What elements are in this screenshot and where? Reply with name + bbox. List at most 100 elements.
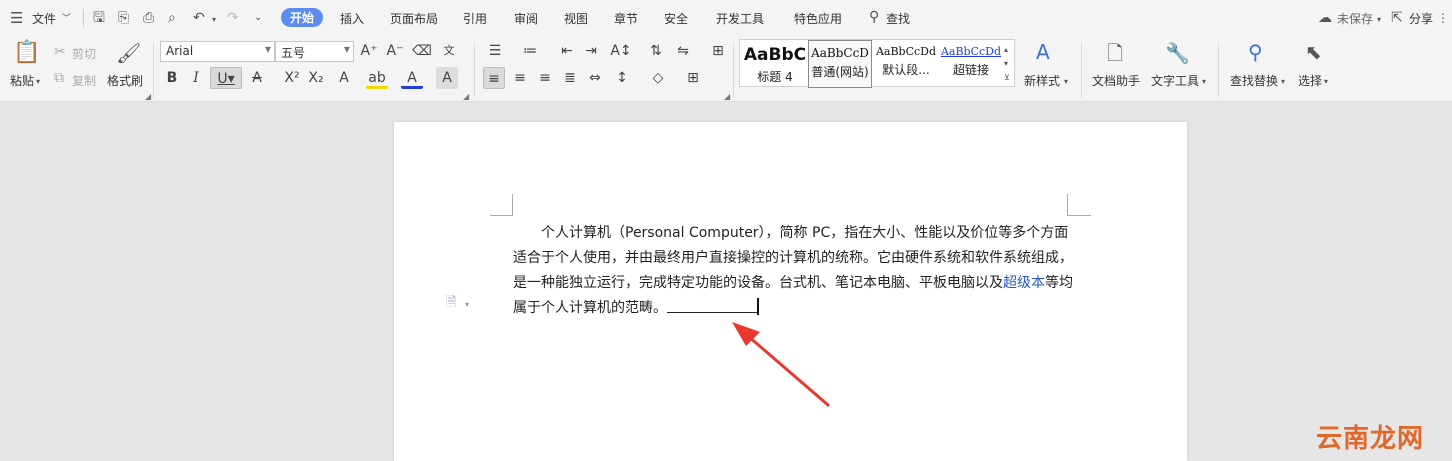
- italic-icon[interactable]: I: [185, 67, 207, 89]
- grow-font-icon[interactable]: A⁺: [358, 40, 380, 62]
- increase-indent-icon[interactable]: ⇥: [580, 40, 602, 62]
- doc-assistant-button[interactable]: 文档助手: [1092, 72, 1140, 89]
- tab-review[interactable]: 审阅: [514, 10, 538, 27]
- tab-view[interactable]: 视图: [564, 10, 588, 27]
- search-command[interactable]: 查找: [886, 10, 910, 27]
- chevron-down-icon[interactable]: ﹀: [62, 11, 71, 27]
- bold-icon[interactable]: B: [161, 67, 183, 89]
- export-pdf-icon[interactable]: ⎘: [118, 10, 129, 26]
- line-spacing-icon[interactable]: ↕: [611, 67, 633, 89]
- select-dropdown-icon[interactable]: ▾: [1324, 74, 1328, 90]
- file-menu[interactable]: 文件: [32, 10, 56, 27]
- crop-mark-right: [1067, 194, 1091, 216]
- print-icon[interactable]: ⎙: [143, 10, 154, 26]
- sync-status[interactable]: 未保存: [1337, 10, 1373, 27]
- underline-icon[interactable]: U▾: [210, 67, 242, 89]
- tab-developer[interactable]: 开发工具: [716, 10, 764, 27]
- gallery-more-icon[interactable]: ⊻: [1004, 70, 1010, 86]
- align-left-icon[interactable]: ≡: [483, 67, 505, 89]
- font-name-value: Arial: [166, 44, 194, 58]
- style-heading-4[interactable]: AaBbC 标题 4: [742, 40, 808, 88]
- wrench-icon[interactable]: 🔧: [1165, 42, 1190, 64]
- divider: [153, 42, 154, 98]
- distributed-icon[interactable]: ⇔: [584, 67, 606, 89]
- bullet-list-icon[interactable]: ☰: [484, 40, 506, 62]
- text-tools-button[interactable]: 文字工具: [1151, 72, 1199, 89]
- select-cursor-icon[interactable]: ⬉: [1305, 41, 1322, 63]
- char-shading-icon[interactable]: A: [436, 67, 458, 89]
- shading-icon[interactable]: ◇: [647, 67, 669, 89]
- cloud-sync-icon[interactable]: ☁: [1318, 10, 1332, 26]
- paste-icon[interactable]: 📋: [13, 41, 40, 65]
- pinyin-guide-icon[interactable]: 文: [438, 40, 460, 62]
- site-watermark: 云南龙网: [1316, 424, 1425, 454]
- align-center-icon[interactable]: ≡: [509, 67, 531, 89]
- find-replace-icon[interactable]: ⚲: [1248, 41, 1263, 63]
- font-size-select[interactable]: 五号 ▼: [275, 41, 354, 62]
- paste-button[interactable]: 粘贴: [10, 72, 34, 89]
- clear-format-icon[interactable]: ⌫: [411, 40, 433, 62]
- more-options-icon[interactable]: ⋮: [1437, 10, 1449, 26]
- show-marks-icon[interactable]: ⇋: [672, 40, 694, 62]
- format-painter-button[interactable]: 格式刷: [107, 72, 143, 89]
- sync-dropdown-icon[interactable]: ▾: [1377, 12, 1381, 28]
- strikethrough-icon[interactable]: A: [246, 67, 268, 89]
- new-style-button[interactable]: 新样式: [1024, 72, 1060, 89]
- group-expand-icon[interactable]: ◢: [724, 92, 730, 101]
- search-icon[interactable]: ⚲: [869, 9, 879, 25]
- save-icon[interactable]: 🖫: [93, 10, 105, 26]
- superscript-icon[interactable]: X²: [281, 67, 303, 89]
- chevron-down-icon: ▼: [264, 45, 271, 54]
- table-icon[interactable]: ⊞: [707, 40, 729, 62]
- sort-icon[interactable]: ⇅: [645, 40, 667, 62]
- decrease-indent-icon[interactable]: ⇤: [556, 40, 578, 62]
- style-preview: AaBbCcD: [811, 46, 869, 60]
- share-button[interactable]: 分享: [1409, 10, 1433, 27]
- highlight-icon[interactable]: ab: [366, 67, 388, 89]
- find-replace-dropdown-icon[interactable]: ▾: [1281, 74, 1285, 90]
- chinese-layout-icon[interactable]: A↕: [610, 40, 632, 62]
- customize-toolbar-icon[interactable]: ⌄: [254, 10, 262, 26]
- tab-references[interactable]: 引用: [463, 10, 487, 27]
- find-replace-button[interactable]: 查找替换: [1230, 72, 1278, 89]
- paste-dropdown-icon[interactable]: ▾: [36, 74, 40, 90]
- group-expand-icon[interactable]: ◢: [145, 92, 151, 101]
- style-default-paragraph[interactable]: AaBbCcDd 默认段...: [873, 40, 939, 88]
- doc-assistant-icon[interactable]: 🗋: [1107, 42, 1123, 64]
- hamburger-menu-icon[interactable]: ☰: [10, 10, 23, 26]
- undo-dropdown-icon[interactable]: ▾: [212, 12, 216, 28]
- new-style-icon[interactable]: A: [1036, 41, 1050, 63]
- style-hyperlink[interactable]: AaBbCcDd 超链接: [939, 40, 1003, 88]
- subscript-icon[interactable]: X₂: [305, 67, 327, 89]
- tab-special-apps[interactable]: 特色应用: [794, 10, 842, 27]
- align-right-icon[interactable]: ≡: [534, 67, 556, 89]
- new-style-dropdown-icon[interactable]: ▾: [1064, 74, 1068, 90]
- text-tools-dropdown-icon[interactable]: ▾: [1202, 74, 1206, 90]
- divider: [474, 42, 475, 98]
- tab-home[interactable]: 开始: [281, 8, 324, 27]
- format-painter-icon[interactable]: 🖌: [116, 42, 141, 64]
- tab-insert[interactable]: 插入: [340, 10, 364, 27]
- menu-bar: ☰ 文件 ﹀ 🖫 ⎘ ⎙ ⌕ ↶ ▾ ↷ ⌄ 开始 插入 页面布局 引用 审阅 …: [0, 0, 1452, 36]
- tab-page-layout[interactable]: 页面布局: [390, 10, 438, 27]
- tab-security[interactable]: 安全: [664, 10, 688, 27]
- shrink-font-icon[interactable]: A⁻: [384, 40, 406, 62]
- hyperlink[interactable]: 超级本: [1003, 275, 1045, 291]
- font-color-icon[interactable]: A: [401, 67, 423, 89]
- style-caption: 标题 4: [757, 70, 793, 84]
- border-icon[interactable]: ⊞: [682, 67, 704, 89]
- font-name-select[interactable]: Arial ▼: [160, 41, 275, 62]
- paragraph-layout-icon[interactable]: 🗎: [446, 295, 456, 311]
- numbered-list-icon[interactable]: ≔: [519, 40, 541, 62]
- print-preview-icon[interactable]: ⌕: [168, 10, 176, 26]
- group-expand-icon[interactable]: ◢: [463, 92, 469, 101]
- paragraph-layout-dropdown-icon[interactable]: ▾: [465, 297, 469, 313]
- style-normal-web[interactable]: AaBbCcD 普通(网站): [808, 40, 872, 88]
- text-effect-icon[interactable]: A: [333, 67, 355, 89]
- tab-chapter[interactable]: 章节: [614, 10, 638, 27]
- justify-icon[interactable]: ≣: [559, 67, 581, 89]
- select-button[interactable]: 选择: [1298, 72, 1322, 89]
- undo-icon[interactable]: ↶: [193, 10, 205, 26]
- document-paragraph[interactable]: 个人计算机（Personal Computer），简称 PC，指在大小、性能以及…: [513, 221, 1073, 321]
- share-icon[interactable]: ⇱: [1391, 10, 1403, 26]
